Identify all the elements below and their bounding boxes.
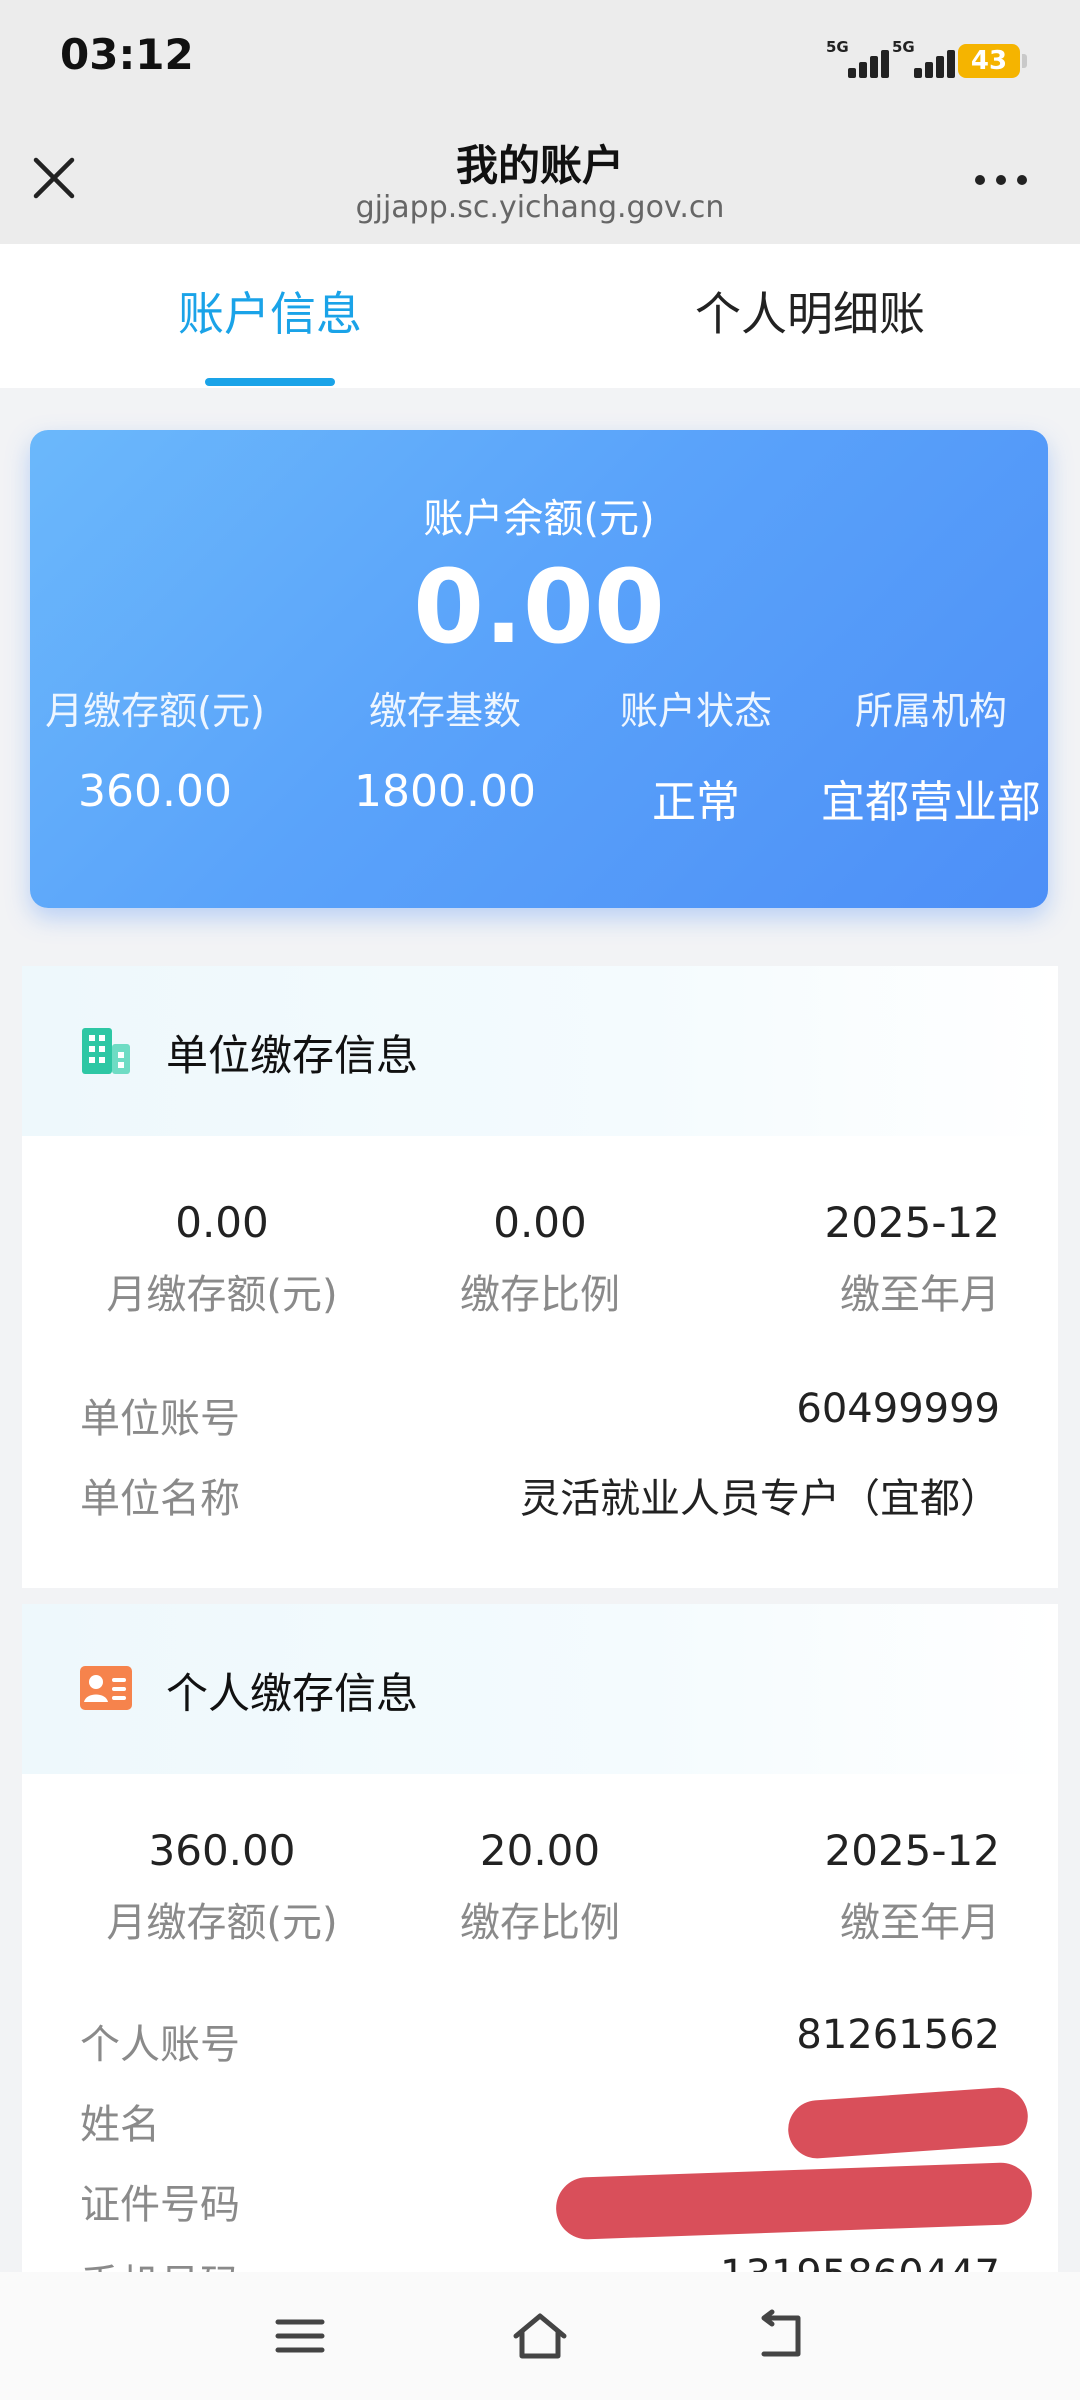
unit-name-label: 单位名称 (80, 1476, 240, 1522)
stat-label: 缴存比例 (460, 1900, 620, 1946)
stat-label: 缴存比例 (460, 1272, 620, 1318)
stat-value: 360.00 (148, 1826, 296, 1875)
stat-value: 0.00 (175, 1198, 269, 1247)
stat-label: 缴至年月 (840, 1900, 1000, 1946)
more-dots-icon[interactable] (966, 160, 1036, 200)
metric-value: 1800.00 (354, 766, 536, 817)
id-number-label: 证件号码 (80, 2182, 240, 2228)
battery-icon: 43 (958, 44, 1027, 78)
status-time: 03:12 (60, 30, 194, 79)
name-label: 姓名 (80, 2102, 160, 2148)
redaction-mark (555, 2161, 1033, 2241)
id-card-icon (78, 1660, 134, 1716)
signal-icon-1: 5G (826, 38, 892, 82)
metric-label: 月缴存额(元) (45, 689, 265, 733)
stat-label: 缴至年月 (840, 1272, 1000, 1318)
metric-value: 360.00 (78, 766, 232, 817)
stat-label: 月缴存额(元) (106, 1272, 338, 1318)
metric-value: 正常 (652, 777, 740, 828)
metric-value: 宜都营业部 (821, 777, 1041, 828)
tab-indicator (205, 378, 335, 386)
personal-account-value: 81261562 (796, 2012, 1000, 2058)
menu-icon[interactable] (270, 2308, 330, 2364)
metric-label: 缴存基数 (368, 689, 521, 733)
system-nav-bar (0, 2272, 1080, 2400)
stat-label: 月缴存额(元) (106, 1900, 338, 1946)
balance-value: 0.00 (413, 548, 665, 667)
signal-icon-2: 5G (892, 38, 958, 82)
page-url: gjjapp.sc.yichang.gov.cn (355, 190, 725, 225)
balance-card: 账户余额(元) 0.00 月缴存额(元) 缴存基数 账户状态 所属机构 360.… (30, 430, 1048, 908)
metric-label: 所属机构 (854, 689, 1007, 733)
stat-value: 2025-12 (824, 1198, 1001, 1247)
unit-account-value: 60499999 (796, 1386, 1000, 1432)
page-title: 我的账户 (455, 141, 624, 190)
stat-value: 20.00 (479, 1826, 601, 1875)
section-header: 个人缴存信息 (22, 1604, 1058, 1774)
title-bar: 我的账户 gjjapp.sc.yichang.gov.cn (0, 120, 1080, 244)
metric-label: 账户状态 (619, 689, 772, 733)
section-header: 单位缴存信息 (22, 966, 1058, 1136)
section-title: 单位缴存信息 (166, 1031, 419, 1080)
tab-account-info[interactable]: 账户信息 (0, 244, 540, 388)
tab-bar: 账户信息 个人明细账 (0, 244, 1080, 388)
personal-contribution-section: 个人缴存信息 360.00 月缴存额(元) 20.00 缴存比例 2025-12… (22, 1604, 1058, 2272)
tab-personal-ledger[interactable]: 个人明细账 (540, 244, 1080, 388)
home-icon[interactable] (510, 2308, 570, 2364)
phone-label: 手机号码 (80, 2252, 240, 2272)
back-icon[interactable] (750, 2308, 810, 2364)
stat-value: 2025-12 (824, 1826, 1001, 1875)
unit-name-value: 灵活就业人员专户（宜都） (520, 1476, 1000, 1522)
unit-contribution-section: 单位缴存信息 0.00 月缴存额(元) 0.00 缴存比例 2025-12 缴至… (22, 966, 1058, 1588)
stat-value: 0.00 (493, 1198, 587, 1247)
personal-account-label: 个人账号 (80, 2022, 240, 2068)
network-type-1: 5G (826, 38, 849, 56)
phone-value: 13195860447 (720, 2252, 1000, 2272)
network-type-2: 5G (892, 38, 915, 56)
section-title: 个人缴存信息 (166, 1669, 419, 1718)
unit-account-label: 单位账号 (80, 1396, 240, 1442)
balance-label: 账户余额(元) (423, 496, 655, 542)
building-icon (78, 1022, 134, 1078)
status-bar: 03:12 5G 5G 43 (0, 0, 1080, 120)
